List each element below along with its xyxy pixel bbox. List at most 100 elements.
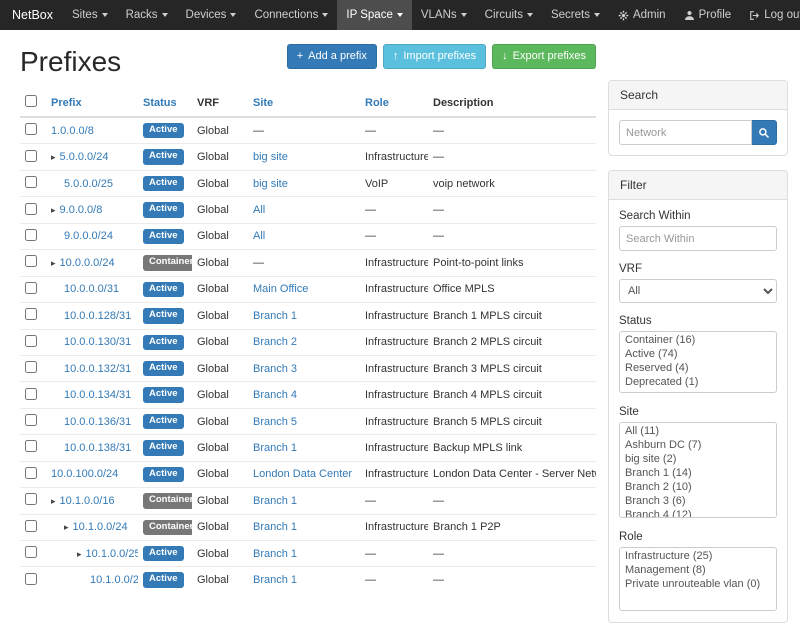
select-option[interactable]: Reserved (4) <box>621 361 775 375</box>
prefix-link[interactable]: 10.0.0.0/31 <box>64 283 119 295</box>
app-brand[interactable]: NetBox <box>12 0 53 30</box>
site-link[interactable]: All <box>253 230 265 242</box>
nav-item-connections[interactable]: Connections <box>245 0 337 30</box>
prefix-link[interactable]: 10.0.0.138/31 <box>64 442 131 454</box>
search-within-input[interactable] <box>619 226 777 251</box>
import-prefixes-button[interactable]: ↑Import prefixes <box>383 44 486 69</box>
column-header-role[interactable]: Role <box>360 90 428 117</box>
select-all-checkbox[interactable] <box>25 95 37 107</box>
row-checkbox[interactable] <box>25 176 37 188</box>
row-checkbox[interactable] <box>25 123 37 135</box>
row-checkbox[interactable] <box>25 150 37 162</box>
select-option[interactable]: Branch 4 (12) <box>621 508 775 518</box>
row-checkbox[interactable] <box>25 440 37 452</box>
site-link[interactable]: Branch 5 <box>253 416 297 428</box>
site-link[interactable]: Branch 1 <box>253 574 297 586</box>
prefix-link[interactable]: 9.0.0.0/8 <box>60 204 103 216</box>
row-checkbox[interactable] <box>25 520 37 532</box>
site-link[interactable]: Branch 4 <box>253 389 297 401</box>
site-link[interactable]: Branch 1 <box>253 495 297 507</box>
nav-item-racks[interactable]: Racks <box>117 0 177 30</box>
prefix-link[interactable]: 10.0.0.0/24 <box>60 257 115 269</box>
site-link[interactable]: Branch 3 <box>253 363 297 375</box>
column-header-prefix[interactable]: Prefix <box>46 90 138 117</box>
site-link[interactable]: Branch 1 <box>253 548 297 560</box>
nav-item-devices[interactable]: Devices <box>177 0 246 30</box>
site-link[interactable]: All <box>253 204 265 216</box>
row-checkbox[interactable] <box>25 229 37 241</box>
search-button[interactable] <box>752 120 777 145</box>
nav-item-circuits[interactable]: Circuits <box>476 0 542 30</box>
vrf-select[interactable]: All <box>619 279 777 303</box>
row-checkbox[interactable] <box>25 573 37 585</box>
site-link[interactable]: Branch 1 <box>253 521 297 533</box>
row-checkbox[interactable] <box>25 255 37 267</box>
prefix-link[interactable]: 10.0.0.130/31 <box>64 336 131 348</box>
nav-item-label: IP Space <box>346 9 392 21</box>
column-header-status[interactable]: Status <box>138 90 192 117</box>
select-option[interactable]: Ashburn DC (7) <box>621 438 775 452</box>
row-checkbox[interactable] <box>25 546 37 558</box>
select-option[interactable]: Management (8) <box>621 563 775 577</box>
role-cell: VoIP <box>360 170 428 196</box>
prefix-link[interactable]: 10.0.0.134/31 <box>64 389 131 401</box>
prefix-link[interactable]: 10.0.0.128/31 <box>64 310 131 322</box>
select-option[interactable]: Branch 1 (14) <box>621 466 775 480</box>
prefix-cell: 10.0.0.132/31 <box>46 355 138 381</box>
select-option[interactable]: big site (2) <box>621 452 775 466</box>
status-cell: Active <box>138 117 192 144</box>
row-checkbox[interactable] <box>25 282 37 294</box>
prefix-link[interactable]: 10.0.0.136/31 <box>64 416 131 428</box>
row-checkbox[interactable] <box>25 414 37 426</box>
site-link[interactable]: Main Office <box>253 283 308 295</box>
prefix-link[interactable]: 5.0.0.0/25 <box>64 178 113 190</box>
row-checkbox[interactable] <box>25 493 37 505</box>
select-option[interactable]: Container (16) <box>621 333 775 347</box>
prefix-link[interactable]: 10.0.0.132/31 <box>64 363 131 375</box>
row-checkbox[interactable] <box>25 308 37 320</box>
prefix-link[interactable]: 10.1.0.0/16 <box>60 495 115 507</box>
site-link[interactable]: Branch 1 <box>253 442 297 454</box>
prefix-link[interactable]: 5.0.0.0/24 <box>60 151 109 163</box>
status-select[interactable]: Container (16)Active (74)Reserved (4)Dep… <box>619 331 777 393</box>
select-option[interactable]: Deprecated (1) <box>621 375 775 389</box>
row-checkbox[interactable] <box>25 388 37 400</box>
prefix-link[interactable]: 10.1.0.0/26 <box>90 574 138 586</box>
site-link[interactable]: London Data Center <box>253 468 352 480</box>
nav-item-admin[interactable]: Admin <box>609 0 675 30</box>
chevron-down-icon <box>594 13 600 17</box>
prefix-link[interactable]: 10.1.0.0/24 <box>73 521 128 533</box>
site-select[interactable]: All (11)Ashburn DC (7)big site (2)Branch… <box>619 422 777 518</box>
select-option[interactable]: Active (74) <box>621 347 775 361</box>
nav-item-ip-space[interactable]: IP Space <box>337 0 411 30</box>
site-link[interactable]: big site <box>253 178 288 190</box>
site-link[interactable]: Branch 2 <box>253 336 297 348</box>
prefix-link[interactable]: 1.0.0.0/8 <box>51 125 94 137</box>
site-link[interactable]: Branch 1 <box>253 310 297 322</box>
select-option[interactable]: Branch 2 (10) <box>621 480 775 494</box>
nav-item-secrets[interactable]: Secrets <box>542 0 609 30</box>
select-option[interactable]: All (11) <box>621 424 775 438</box>
prefix-cell: ▸10.1.0.0/16 <box>46 488 138 514</box>
description-cell: — <box>428 567 596 593</box>
site-link[interactable]: big site <box>253 151 288 163</box>
select-option[interactable]: Infrastructure (25) <box>621 549 775 563</box>
prefix-link[interactable]: 9.0.0.0/24 <box>64 230 113 242</box>
nav-item-profile[interactable]: Profile <box>675 0 741 30</box>
nav-item-log-out[interactable]: Log out <box>740 0 800 30</box>
row-checkbox[interactable] <box>25 467 37 479</box>
select-option[interactable]: Private unrouteable vlan (0) <box>621 577 775 591</box>
column-header-site[interactable]: Site <box>248 90 360 117</box>
row-checkbox[interactable] <box>25 335 37 347</box>
prefix-link[interactable]: 10.0.100.0/24 <box>51 468 118 480</box>
add-a-prefix-button[interactable]: +Add a prefix <box>287 44 377 69</box>
search-input[interactable] <box>619 120 752 145</box>
export-prefixes-button[interactable]: ↓Export prefixes <box>492 44 596 69</box>
row-checkbox[interactable] <box>25 203 37 215</box>
prefix-link[interactable]: 10.1.0.0/25 <box>86 548 138 560</box>
select-option[interactable]: Branch 3 (6) <box>621 494 775 508</box>
nav-item-vlans[interactable]: VLANs <box>412 0 476 30</box>
row-checkbox[interactable] <box>25 361 37 373</box>
nav-item-sites[interactable]: Sites <box>63 0 117 30</box>
role-select[interactable]: Infrastructure (25)Management (8)Private… <box>619 547 777 611</box>
